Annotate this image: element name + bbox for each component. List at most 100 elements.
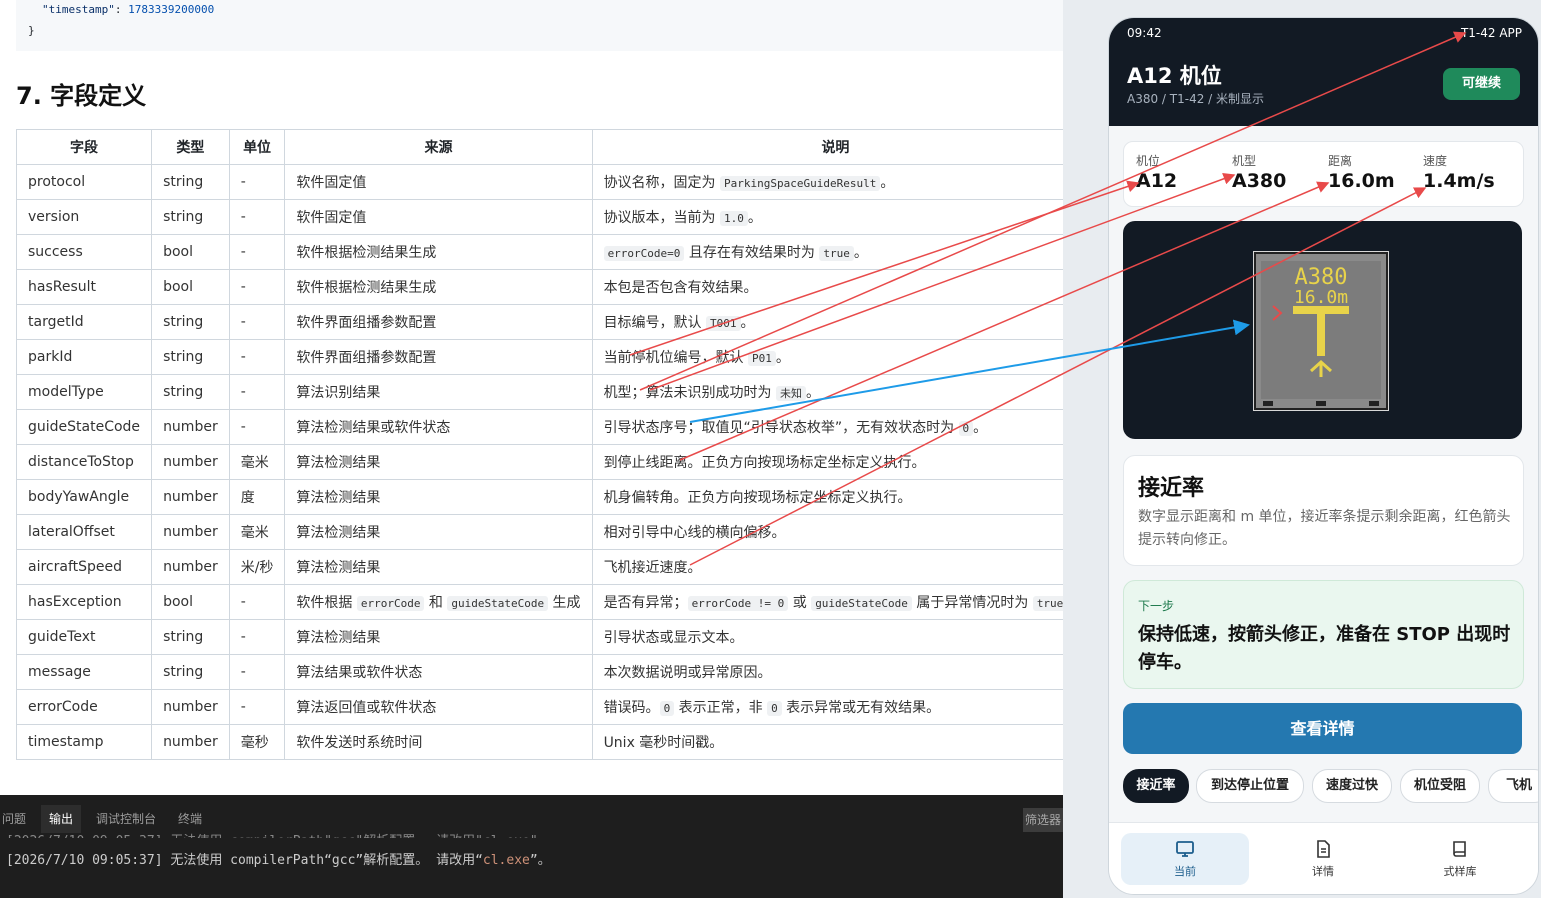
next-step-label: 下一步 [1138,599,1175,613]
cell-field: aircraftSpeed [15,549,153,585]
cell-type: string [151,199,230,235]
cell-unit: - [228,619,286,655]
book-icon [1453,841,1466,857]
table-row: distanceToStop number 毫米 算法检测结果 到停止线距离。正负方向按… [15,444,1063,480]
cell-field: parkId [15,339,153,375]
cell-unit: - [228,234,286,270]
table-row: hasException bool - 软件根据 errorCode 和 guideS… [15,584,1063,620]
cell-description: 本包是否包含有效结果。 [591,269,1063,305]
table-row: success bool - 软件根据检测结果生成 errorCode=0 且存在有效结… [15,234,1063,270]
board-centerline [1317,306,1325,356]
stat-speed: 速度 1.4m/s [1423,154,1495,192]
cell-type: number [151,724,230,760]
cell-description: errorCode=0 且存在有效结果时为 true。 [591,234,1063,270]
phone-preview: 09:42 T1-42 APP A12 机位 A380 / T1-42 / 米制… [1108,17,1539,895]
tab-terminal[interactable]: 终端 [178,805,202,833]
state-chips: 接近率 到达停止位置 速度过快 机位受阻 飞机 [1123,769,1538,803]
tab-output[interactable]: 输出 [41,805,82,833]
cell-unit: - [228,339,286,375]
cell-description: 是否有异常； errorCode != 0 或 guideStateCode 属于… [591,584,1063,620]
cell-type: string [151,339,230,375]
cell-unit: - [228,409,286,445]
chip-arrived-stop[interactable]: 到达停止位置 [1196,769,1304,803]
table-row: guideText string - 算法检测结果 引导状态或显示文本。 [15,619,1063,655]
cell-unit: - [228,654,286,690]
table-row: errorCode number - 算法返回值或软件状态 错误码。 0 表示正常，非 0… [15,689,1063,725]
cell-type: bool [151,234,230,270]
approach-rate-title: 接近率 [1138,476,1205,501]
cell-type: number [151,549,230,585]
chip-too-fast[interactable]: 速度过快 [1312,769,1392,803]
guidance-display-area: A380 16.0m [1123,221,1522,439]
cell-unit: - [228,304,286,340]
table-row: protocol string - 软件固定值 协议名称，固定为 ParkingSpac… [15,164,1063,200]
cell-source: 软件根据 errorCode 和 guideStateCode 生成 [284,584,593,620]
cell-source: 算法检测结果或软件状态 [284,409,593,445]
cell-unit: 米/秒 [228,549,286,585]
cell-source: 算法返回值或软件状态 [284,689,593,725]
table-header-row: 字段 类型 单位 来源 说明 [15,129,1063,165]
cell-description: 引导状态或显示文本。 [591,619,1063,655]
cell-field: modelType [15,374,153,410]
continue-button[interactable]: 可继续 [1443,68,1520,100]
cell-field: errorCode [15,689,153,725]
stat-aircraft-type: 机型 A380 [1232,154,1287,192]
cell-source: 软件发送时系统时间 [284,724,593,760]
field-definition-table: 字段 类型 单位 来源 说明 protocol string - 软件固定值 协议名称，… [15,129,1063,760]
next-step-text: 保持低速，按箭头修正，准备在 STOP 出现时停车。 [1138,624,1511,673]
tab-problems[interactable]: 问题 [2,805,26,833]
cell-field: protocol [15,164,153,200]
table-row: targetId string - 软件界面组播参数配置 目标编号，默认 T001。 [15,304,1063,340]
stand-title: A12 机位 [1127,64,1222,88]
cell-description: 引导状态序号；取值见“引导状态枚举”，无有效状态时为 0。 [591,409,1063,445]
cell-field: guideStateCode [15,409,153,445]
cell-field: success [15,234,153,270]
view-detail-button[interactable]: 查看详情 [1123,703,1522,754]
chip-stand-blocked[interactable]: 机位受阻 [1400,769,1480,803]
board-distance-text: 16.0m [1294,287,1348,308]
cell-source: 软件根据检测结果生成 [284,269,593,305]
cell-description: 机型；算法未识别成功时为 未知。 [591,374,1063,410]
table-row: aircraftSpeed number 米/秒 算法检测结果 飞机接近速度。 [15,549,1063,585]
cell-type: number [151,479,230,515]
table-row: guideStateCode number - 算法检测结果或软件状态 引导状态序号；取… [15,409,1063,445]
log-line-previous: [2026/7/10 09:05:37] 无法使用 compilerPath"g… [6,830,551,838]
cell-source: 软件固定值 [284,164,593,200]
cell-source: 软件界面组播参数配置 [284,339,593,375]
cell-source: 算法检测结果 [284,549,593,585]
cell-field: distanceToStop [15,444,153,480]
nav-detail[interactable]: 详情 [1259,833,1387,885]
cell-field: bodyYawAngle [15,479,153,515]
stat-distance: 距离 16.0m [1328,154,1395,192]
cell-source: 算法检测结果 [284,619,593,655]
cell-type: number [151,514,230,550]
cell-field: hasResult [15,269,153,305]
table-row: parkId string - 软件界面组播参数配置 当前停机位编号，默认 P01。 [15,339,1063,375]
cell-unit: - [228,584,286,620]
cell-field: lateralOffset [15,514,153,550]
cell-description: 飞机接近速度。 [591,549,1063,585]
document-view: "timestamp": 1783339200000 } 7. 字段定义 字段 … [0,0,1063,795]
cell-field: guideText [15,619,153,655]
code-line-close: } [28,24,35,37]
chip-aircraft[interactable]: 飞机 [1488,769,1538,803]
json-code-block: "timestamp": 1783339200000 } [16,0,1063,51]
stat-stand: 机位 A12 [1136,154,1178,192]
nav-style-library[interactable]: 式样库 [1396,833,1524,885]
cell-type: number [151,444,230,480]
nav-current[interactable]: 当前 [1121,833,1249,885]
chip-approach-rate[interactable]: 接近率 [1123,769,1189,803]
cell-unit: 毫米 [228,444,286,480]
tab-debug-console[interactable]: 调试控制台 [96,805,156,833]
app-label: T1-42 APP [1460,26,1522,40]
cell-description: 本次数据说明或异常原因。 [591,654,1063,690]
cell-description: 当前停机位编号，默认 P01。 [591,339,1063,375]
cell-field: timestamp [15,724,153,760]
table-row: message string - 算法结果或软件状态 本次数据说明或异常原因。 [15,654,1063,690]
cell-unit: 毫秒 [228,724,286,760]
cell-description: Unix 毫秒时间戳。 [591,724,1063,760]
header-field: 字段 [15,129,153,165]
document-icon [1317,840,1330,858]
guidance-board: A380 16.0m [1253,251,1389,411]
filter-input[interactable]: 筛选器 [1023,808,1063,832]
